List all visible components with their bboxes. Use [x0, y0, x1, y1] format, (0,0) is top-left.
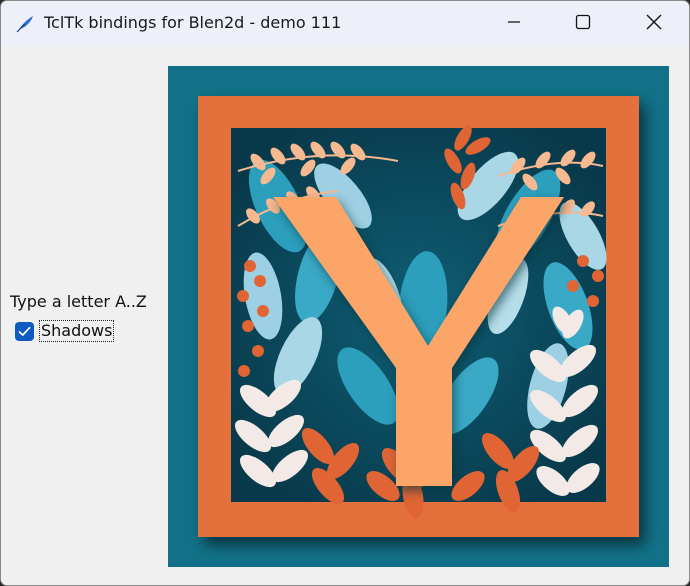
- close-icon: [646, 14, 662, 34]
- minimize-icon: [507, 14, 521, 33]
- letter-illustration: [198, 96, 639, 537]
- feather-icon: [15, 14, 35, 34]
- client-area: Type a letter A..Z Shadows: [1, 46, 689, 585]
- shadows-label[interactable]: Shadows: [39, 320, 115, 342]
- minimize-button[interactable]: [491, 1, 537, 46]
- maximize-button[interactable]: [560, 1, 606, 46]
- title-bar[interactable]: TclTk bindings for Blen2d - demo 111: [1, 1, 689, 46]
- letter-canvas[interactable]: [168, 66, 669, 567]
- app-window: TclTk bindings for Blen2d - demo 111 Typ…: [0, 0, 690, 586]
- checkbox-checked-icon[interactable]: [15, 321, 34, 341]
- window-title: TclTk bindings for Blen2d - demo 111: [44, 13, 342, 32]
- close-button[interactable]: [631, 1, 677, 46]
- maximize-icon: [575, 14, 591, 34]
- letter-prompt-label: Type a letter A..Z: [10, 292, 147, 311]
- shadows-checkbox[interactable]: Shadows: [15, 319, 115, 343]
